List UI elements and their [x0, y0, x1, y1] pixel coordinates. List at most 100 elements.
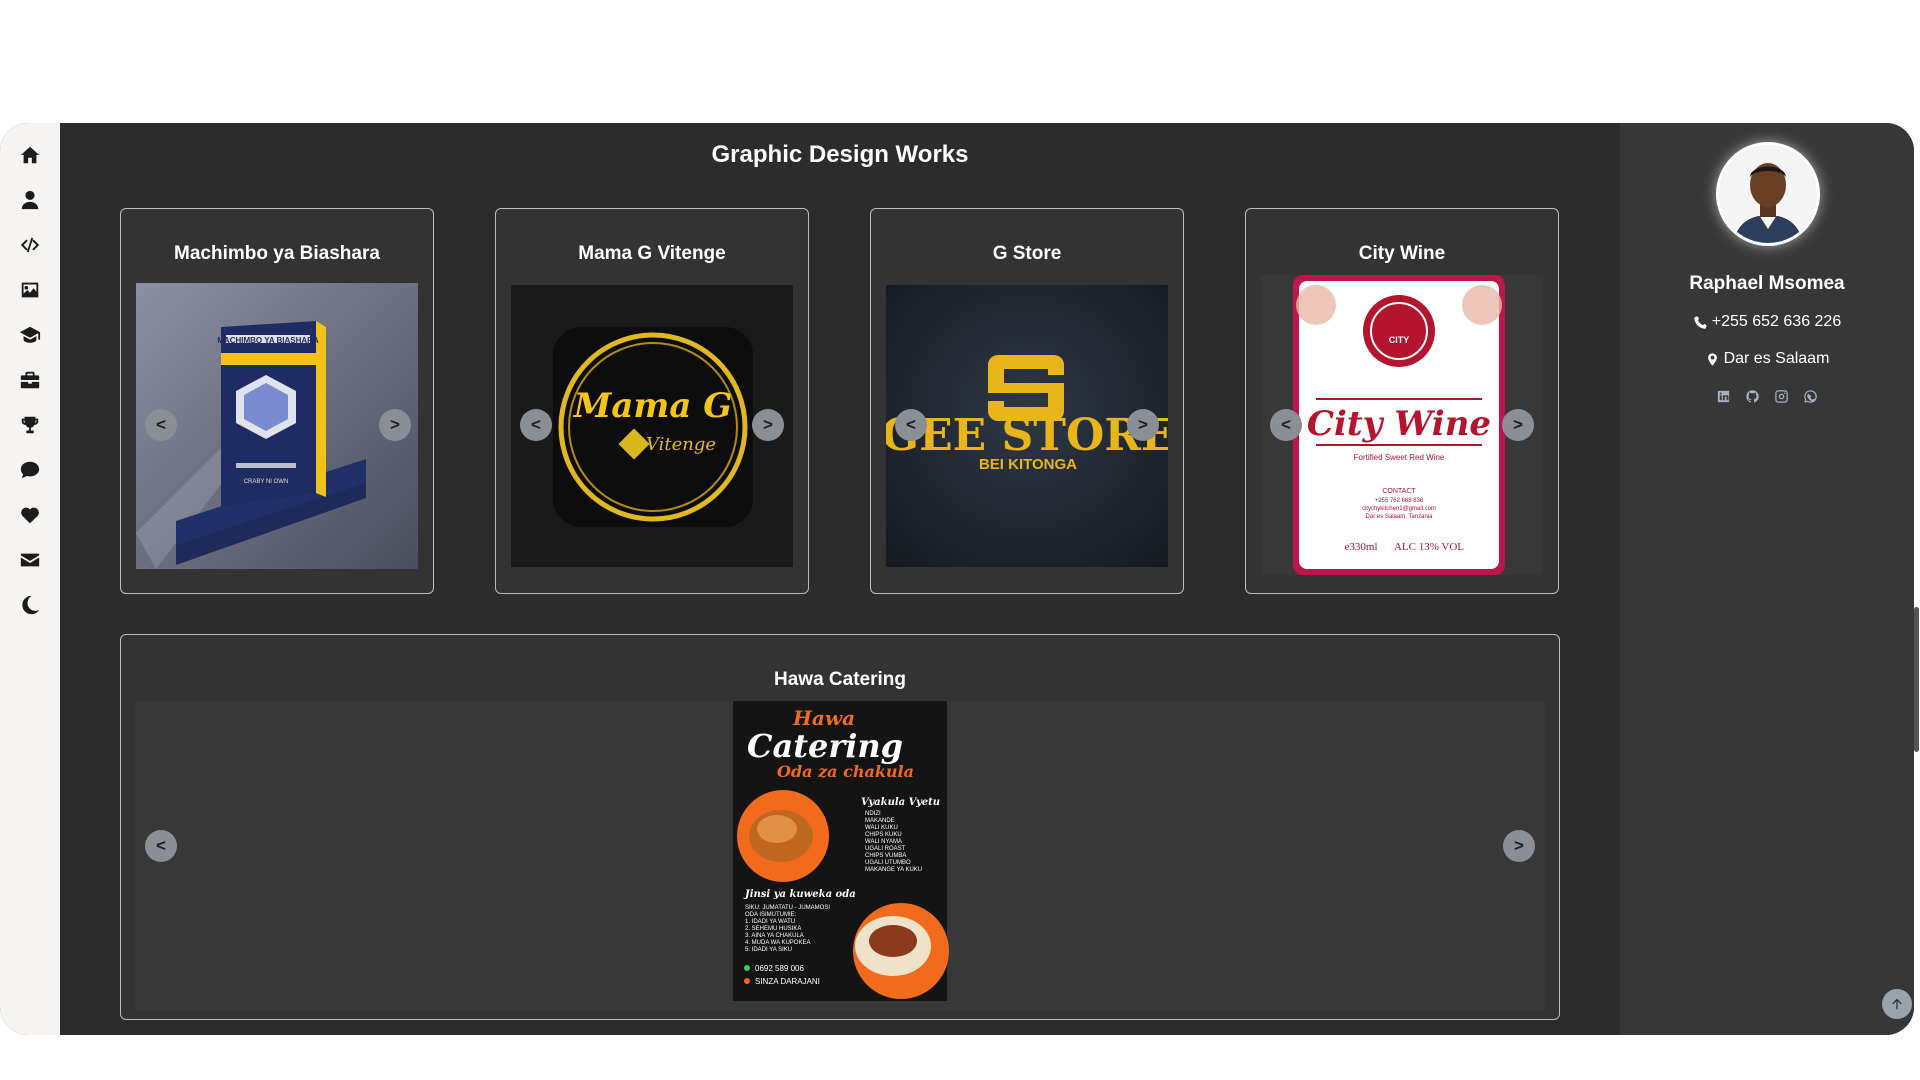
nav-about[interactable] — [14, 184, 46, 216]
logo-brand-text: GEE STORE — [886, 410, 1168, 461]
flyer-list-item: WALI KUKU — [865, 825, 898, 831]
flyer-list-item: UGALI ROAST — [865, 846, 906, 852]
flyer-list-item: WALI NYAMA — [865, 839, 902, 845]
nav-skills[interactable] — [14, 229, 46, 261]
next-image-button[interactable]: > — [752, 409, 784, 441]
flyer-phone: 0692 589 006 — [755, 964, 804, 973]
profile-location-text: Dar es Salaam — [1723, 350, 1830, 367]
nav-hobbies[interactable] — [14, 499, 46, 531]
flyer-list-item: CHIPS KUKU — [865, 832, 902, 838]
trophy-icon — [21, 416, 39, 434]
project-card-mama-g: Mama G Vitenge Mama G Vitenge < > — [495, 208, 809, 594]
social-links — [1620, 388, 1914, 404]
next-image-button[interactable]: > — [379, 409, 411, 441]
github-link[interactable] — [1745, 388, 1761, 404]
profile-location: Dar es Salaam — [1620, 350, 1914, 368]
wine-email: citychykitchen1@gmail.com — [1362, 506, 1436, 512]
envelope-icon — [20, 553, 40, 567]
wine-sub-text: Fortified Sweet Red Wine — [1354, 453, 1445, 462]
flyer-list-item: 2. SEHEMU HUSIKA — [745, 926, 801, 932]
flyer-list-item: ODA ISIMUTUMIE: — [745, 912, 797, 918]
user-icon — [21, 190, 39, 210]
project-image[interactable]: GEE STORE BEI KITONGA — [886, 285, 1168, 567]
catering-flyer-artwork: Hawa Catering Oda za chakula Vyakula Vye… — [733, 701, 949, 1001]
nav-gallery[interactable] — [14, 274, 46, 306]
nav-contact[interactable] — [14, 544, 46, 576]
project-image[interactable]: MACHIMBO YA BIASHARA CRABY NI OWN — [136, 283, 418, 569]
flyer-line3: Oda za chakula — [777, 762, 914, 781]
nav-education[interactable] — [14, 319, 46, 351]
book-author: CRABY NI OWN — [244, 479, 289, 485]
project-image[interactable]: Hawa Catering Oda za chakula Vyakula Vye… — [135, 701, 1545, 1011]
home-icon — [20, 146, 40, 164]
nav-testimonials[interactable] — [14, 454, 46, 486]
profile-phone-text: +255 652 636 226 — [1711, 313, 1842, 330]
image-icon — [21, 282, 39, 298]
logo-artwork: Mama G Vitenge — [511, 285, 793, 567]
book-cover-artwork: MACHIMBO YA BIASHARA CRABY NI OWN — [136, 283, 418, 569]
heart-icon — [21, 507, 39, 524]
instagram-icon — [1775, 389, 1788, 403]
project-card-hawa-catering: Hawa Catering Hawa Catering Oda za chaku… — [120, 634, 1560, 1020]
prev-image-button[interactable]: < — [520, 409, 552, 441]
instagram-link[interactable] — [1774, 388, 1790, 404]
flyer-list-item: 1. IDADI YA WATU — [745, 919, 795, 925]
prev-image-button[interactable]: < — [145, 409, 177, 441]
nav-awards[interactable] — [14, 409, 46, 441]
nav-theme-toggle[interactable] — [14, 589, 46, 621]
card-title: Machimbo ya Biashara — [174, 243, 380, 264]
book-cover-title: MACHIMBO YA BIASHARA — [217, 336, 319, 345]
card-title: Hawa Catering — [774, 669, 906, 690]
linkedin-icon — [1717, 390, 1730, 402]
prev-image-button[interactable]: < — [1270, 409, 1302, 441]
wine-contact-head: CONTACT — [1382, 488, 1416, 495]
nav-experience[interactable] — [14, 364, 46, 396]
project-card-machimbo: Machimbo ya Biashara MACHIMBO YA BIASHAR… — [120, 208, 434, 594]
next-image-button[interactable]: > — [1502, 409, 1534, 441]
flyer-location: SINZA DARAJANI — [755, 977, 820, 986]
profile-phone: +255 652 636 226 — [1620, 313, 1914, 331]
profile-panel: Raphael Msomea +255 652 636 226 Dar es S… — [1620, 123, 1914, 1035]
logo-artwork: GEE STORE BEI KITONGA — [886, 285, 1168, 567]
phone-icon — [1694, 315, 1707, 329]
avatar-portrait — [1719, 145, 1817, 243]
app-frame: Graphic Design Works Machimbo ya Biashar… — [0, 123, 1914, 1035]
whatsapp-icon — [1804, 389, 1817, 403]
map-pin-icon — [1707, 352, 1717, 366]
whatsapp-link[interactable] — [1803, 388, 1819, 404]
wine-volume: e330ml — [1345, 541, 1378, 553]
moon-icon — [22, 595, 40, 615]
project-image[interactable]: CITY City Wine Fortified Sweet Red Wine … — [1261, 275, 1543, 575]
flyer-list-item: UGALI UTUMBO — [865, 860, 911, 866]
wine-alcohol: ALC 13% VOL — [1394, 541, 1464, 553]
wine-phone: +255 762 668 836 — [1375, 498, 1424, 504]
wine-label-artwork: CITY City Wine Fortified Sweet Red Wine … — [1293, 275, 1505, 575]
flyer-list-item: CHIPS VUMBA — [865, 853, 906, 859]
flyer-list-item: MAKANGE YA KUKU — [865, 867, 922, 873]
project-card-city-wine: City Wine CITY City Wine Fortified Sweet… — [1245, 208, 1559, 594]
project-image[interactable]: Mama G Vitenge — [511, 285, 793, 567]
page-scrollbar-thumb[interactable] — [1914, 607, 1919, 752]
nav-home[interactable] — [14, 139, 46, 171]
graduation-cap-icon — [19, 326, 41, 343]
sidebar-nav — [0, 123, 60, 1035]
logo-sub-text: Vitenge — [646, 434, 716, 455]
next-image-button[interactable]: > — [1503, 830, 1535, 862]
scroll-to-top-button[interactable] — [1882, 989, 1912, 1019]
prev-image-button[interactable]: < — [895, 409, 927, 441]
section-title: Graphic Design Works — [711, 141, 969, 168]
card-title: G Store — [992, 243, 1062, 264]
linkedin-link[interactable] — [1716, 388, 1732, 404]
prev-image-button[interactable]: < — [145, 830, 177, 862]
card-title: Mama G Vitenge — [578, 243, 726, 264]
logo-brand-text: Mama G — [573, 386, 733, 426]
code-icon — [20, 237, 40, 253]
next-image-button[interactable]: > — [1127, 409, 1159, 441]
github-icon — [1746, 389, 1759, 402]
main-content: Graphic Design Works Machimbo ya Biashar… — [60, 123, 1620, 1035]
flyer-menu-head: Vyakula Vyetu — [861, 797, 940, 808]
profile-name: Raphael Msomea — [1689, 273, 1845, 294]
chat-icon — [20, 461, 40, 479]
wine-brand-text: City Wine — [1307, 404, 1491, 444]
flyer-list-item: NDIZI — [865, 811, 881, 817]
